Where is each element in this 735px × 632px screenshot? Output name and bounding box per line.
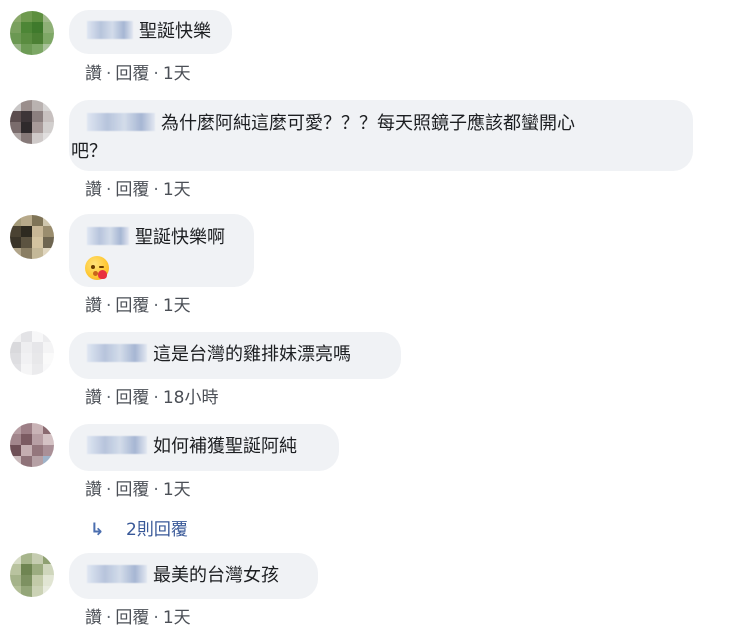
separator-dot: ·	[153, 480, 159, 500]
separator-dot: ·	[106, 388, 112, 408]
timestamp[interactable]: 1天	[163, 603, 191, 628]
comment-bubble: 聖誕快樂	[69, 10, 232, 54]
reply-arrow-icon: ↳	[90, 520, 105, 540]
comment-actions: 讚 · 回覆 · 18小時	[85, 383, 218, 408]
separator-dot: ·	[106, 296, 112, 316]
reply-link[interactable]: 回覆	[115, 603, 149, 628]
timestamp[interactable]: 1天	[163, 475, 191, 500]
avatar[interactable]	[10, 553, 54, 597]
comment-bubble: 如何補獲聖誕阿純	[69, 424, 339, 471]
timestamp[interactable]: 1天	[163, 59, 191, 84]
commenter-name[interactable]	[87, 344, 147, 362]
timestamp[interactable]: 1天	[163, 291, 191, 316]
avatar[interactable]	[10, 11, 54, 55]
kissing-face-emoji	[85, 256, 109, 280]
separator-dot: ·	[106, 608, 112, 628]
separator-dot: ·	[153, 608, 159, 628]
reply-link[interactable]: 回覆	[115, 175, 149, 200]
comment-text: 如何補獲聖誕阿純	[153, 436, 297, 457]
avatar[interactable]	[10, 331, 54, 375]
separator-dot: ·	[106, 64, 112, 84]
reply-link[interactable]: 回覆	[115, 383, 149, 408]
reply-link[interactable]: 回覆	[115, 59, 149, 84]
view-replies-label[interactable]: 2則回覆	[126, 520, 188, 540]
view-replies-link[interactable]: ↳ 2則回覆	[90, 515, 188, 540]
commenter-name[interactable]	[87, 113, 155, 131]
comment-text: 為什麼阿純這麼可愛？？？每天照鏡子應該都蠻開心	[161, 113, 575, 134]
commenter-name[interactable]	[87, 436, 147, 454]
separator-dot: ·	[153, 388, 159, 408]
separator-dot: ·	[153, 64, 159, 84]
separator-dot: ·	[106, 480, 112, 500]
comment-actions: 讚 · 回覆 · 1天	[85, 59, 191, 84]
like-link[interactable]: 讚	[85, 475, 102, 500]
like-link[interactable]: 讚	[85, 59, 102, 84]
comment-actions: 讚 · 回覆 · 1天	[85, 475, 191, 500]
commenter-name[interactable]	[87, 21, 133, 39]
like-link[interactable]: 讚	[85, 603, 102, 628]
comment-actions: 讚 · 回覆 · 1天	[85, 175, 191, 200]
separator-dot: ·	[153, 180, 159, 200]
comment-text-continued: 吧？	[71, 141, 107, 162]
comment-text: 這是台灣的雞排妹漂亮嗎	[153, 344, 351, 365]
comment-text: 聖誕快樂	[139, 21, 211, 42]
avatar[interactable]	[10, 100, 54, 144]
separator-dot: ·	[153, 296, 159, 316]
comment-text: 聖誕快樂啊	[135, 227, 225, 248]
comment-actions: 讚 · 回覆 · 1天	[85, 291, 191, 316]
comment-bubble: 聖誕快樂啊	[69, 214, 254, 287]
comment-text: 最美的台灣女孩	[153, 565, 279, 586]
separator-dot: ·	[106, 180, 112, 200]
timestamp[interactable]: 18小時	[163, 383, 219, 408]
comment-bubble: 這是台灣的雞排妹漂亮嗎	[69, 332, 401, 379]
timestamp[interactable]: 1天	[163, 175, 191, 200]
reply-link[interactable]: 回覆	[115, 291, 149, 316]
comment-actions: 讚 · 回覆 · 1天	[85, 603, 191, 628]
avatar[interactable]	[10, 423, 54, 467]
avatar[interactable]	[10, 215, 54, 259]
like-link[interactable]: 讚	[85, 383, 102, 408]
commenter-name[interactable]	[87, 565, 147, 583]
like-link[interactable]: 讚	[85, 291, 102, 316]
commenter-name[interactable]	[87, 227, 129, 245]
reply-link[interactable]: 回覆	[115, 475, 149, 500]
comment-bubble: 為什麼阿純這麼可愛？？？每天照鏡子應該都蠻開心 吧？	[69, 100, 693, 171]
comment-bubble: 最美的台灣女孩	[69, 553, 318, 599]
like-link[interactable]: 讚	[85, 175, 102, 200]
